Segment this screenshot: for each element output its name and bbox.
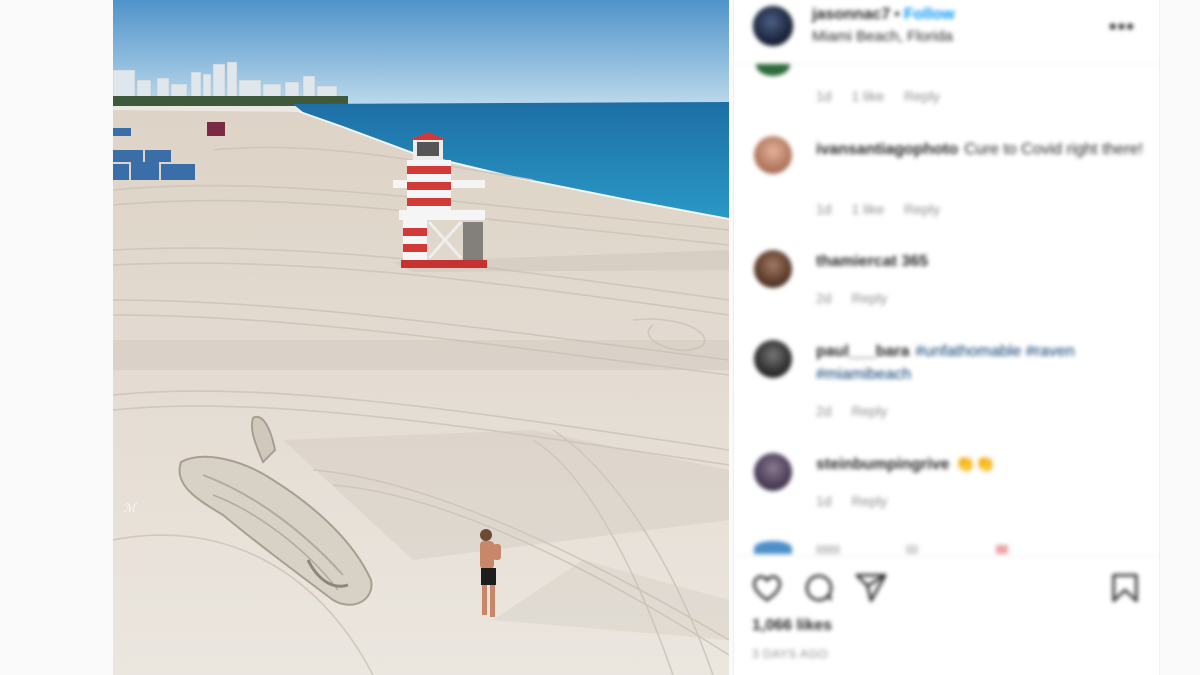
post-date: 3 DAYS AGO	[752, 647, 829, 661]
commenter-username[interactable]: paul___bara	[816, 343, 909, 360]
reply-button[interactable]: Reply	[851, 290, 887, 306]
comment-likes[interactable]: 1 like	[851, 201, 884, 217]
follow-button[interactable]: Follow	[904, 6, 955, 23]
comment-text: paul___bara #unfathomable #raven #miamibe…	[816, 340, 1146, 386]
comment-time: 2d	[816, 403, 832, 419]
author-line: jasonnac7 • Follow	[812, 6, 955, 24]
comment-text: ivansantiagophoto Cure to Covid right the…	[816, 138, 1146, 161]
post-location[interactable]: Miami Beach, Florida	[812, 28, 953, 45]
commenter-username[interactable]: thamiercat 365	[816, 253, 928, 270]
comment-preview-line	[816, 545, 1116, 554]
commenter-avatar[interactable]	[754, 250, 792, 288]
comment-meta: 2d Reply	[816, 403, 903, 419]
comment-text: steinbumpingrive 👏👏	[816, 453, 1146, 476]
reply-button[interactable]: Reply	[904, 201, 940, 217]
comment-likes[interactable]: 1 like	[851, 88, 884, 104]
comment-content: Cure to Covid right there!	[964, 141, 1143, 158]
paper-plane-icon[interactable]	[854, 571, 888, 605]
post-actions: 1,066 likes 3 DAYS AGO	[734, 556, 1159, 675]
comment-meta: 1d 1 like Reply	[816, 201, 956, 217]
beach-photo: ℳ	[113, 0, 729, 675]
bookmark-icon[interactable]	[1108, 571, 1142, 605]
comment-content: 👏👏	[955, 456, 996, 473]
svg-text:ℳ: ℳ	[123, 501, 138, 515]
commenter-username[interactable]: ivansantiagophoto	[816, 141, 958, 158]
commenter-avatar[interactable]	[754, 453, 792, 491]
reply-button[interactable]: Reply	[904, 88, 940, 104]
comment-meta: 2d Reply	[816, 290, 903, 306]
comment-meta: 1d 1 like Reply	[816, 88, 956, 104]
commenter-username[interactable]: steinbumpingrive	[816, 456, 949, 473]
comment-time: 2d	[816, 290, 832, 306]
comments-list: 1d 1 like Reply ivansantiagophoto Cure to…	[734, 64, 1159, 554]
commenter-avatar[interactable]	[754, 136, 792, 174]
likes-count[interactable]: 1,066 likes	[752, 617, 832, 635]
separator-dot: •	[894, 6, 900, 23]
post-photo: ℳ	[113, 0, 729, 675]
author-username[interactable]: jasonnac7	[812, 6, 890, 23]
comment-time: 1d	[816, 493, 832, 509]
comment-text: thamiercat 365	[816, 250, 1146, 273]
author-avatar[interactable]	[752, 5, 794, 47]
commenter-avatar[interactable]	[756, 64, 790, 76]
comment-time: 1d	[816, 88, 832, 104]
post-side-panel: jasonnac7 • Follow Miami Beach, Florida ••…	[733, 0, 1160, 675]
comment-meta: 1d Reply	[816, 493, 903, 509]
heart-icon[interactable]	[750, 571, 784, 605]
more-options-icon[interactable]: •••	[1109, 14, 1135, 40]
commenter-avatar[interactable]	[754, 340, 792, 378]
comment-time: 1d	[816, 201, 832, 217]
commenter-avatar[interactable]	[754, 541, 792, 554]
post-header: jasonnac7 • Follow Miami Beach, Florida ••…	[734, 0, 1159, 65]
comment-bubble-icon[interactable]	[802, 571, 836, 605]
reply-button[interactable]: Reply	[851, 493, 887, 509]
reply-button[interactable]: Reply	[851, 403, 887, 419]
